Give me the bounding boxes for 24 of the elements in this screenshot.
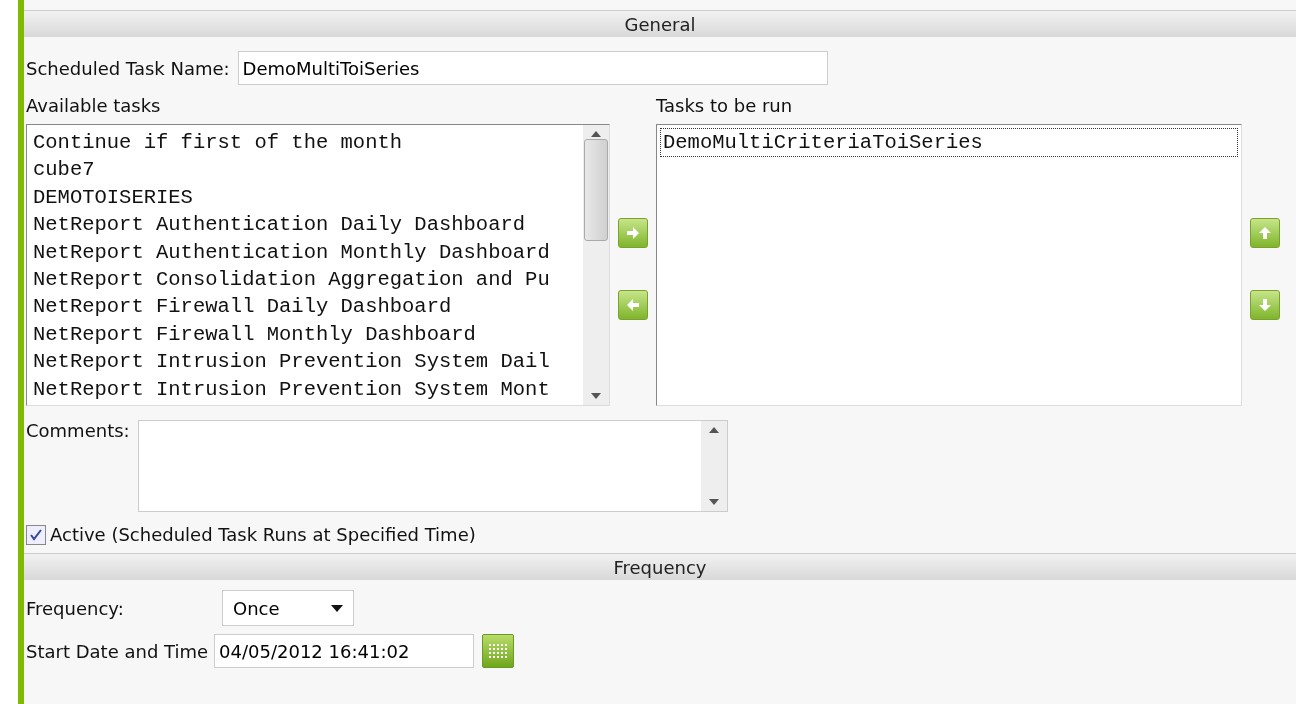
list-item[interactable]: DEMOTOISERIES (31, 183, 579, 212)
field-label: Start Date and Time (26, 640, 209, 662)
list-item[interactable]: NetReport Firewall Daily Dashboard (31, 293, 579, 321)
list-item[interactable]: NetReport Authentication Daily Dashboard (31, 211, 579, 239)
field-label: Comments: (26, 420, 130, 441)
task-name-field[interactable]: DemoMultiToiSeries (237, 51, 828, 85)
list-item[interactable]: NetReport Firewall Monthly Dashboard (31, 320, 579, 349)
date-time-field[interactable]: 04/05/2012 16:41:02 (214, 634, 475, 668)
checkbox-label: Active (Scheduled Task Runs at Specified Time) (50, 524, 476, 545)
section-header: General (24, 10, 1296, 37)
frequency-dropdown[interactable]: Once (222, 590, 354, 626)
field-label: Scheduled Task Name: (26, 57, 230, 79)
list-item[interactable]: NetReport Authentication Monthly Dashboard (31, 238, 579, 267)
list-item[interactable]: NetReport Consolidation Aggregation and Pu (31, 266, 579, 294)
list-item[interactable]: DemoMultiCriteriaToiSeries (661, 129, 1237, 157)
field-label: Frequency: (26, 597, 125, 619)
list-label: Available tasks (26, 95, 162, 116)
list-label: Tasks to be run (656, 95, 794, 116)
list-item[interactable]: NetReport Intrusion Prevention System Dail (31, 348, 579, 376)
list-item[interactable]: Continue if first of the month (31, 129, 579, 157)
list-item[interactable]: cube7 (31, 156, 579, 184)
list-item[interactable]: NetReport Intrusion Prevention System Mont (31, 375, 579, 404)
tasks-to-run-list[interactable]: DemoMultiCriteriaToiSeries (656, 124, 1242, 406)
section-header: Frequency (24, 553, 1296, 580)
